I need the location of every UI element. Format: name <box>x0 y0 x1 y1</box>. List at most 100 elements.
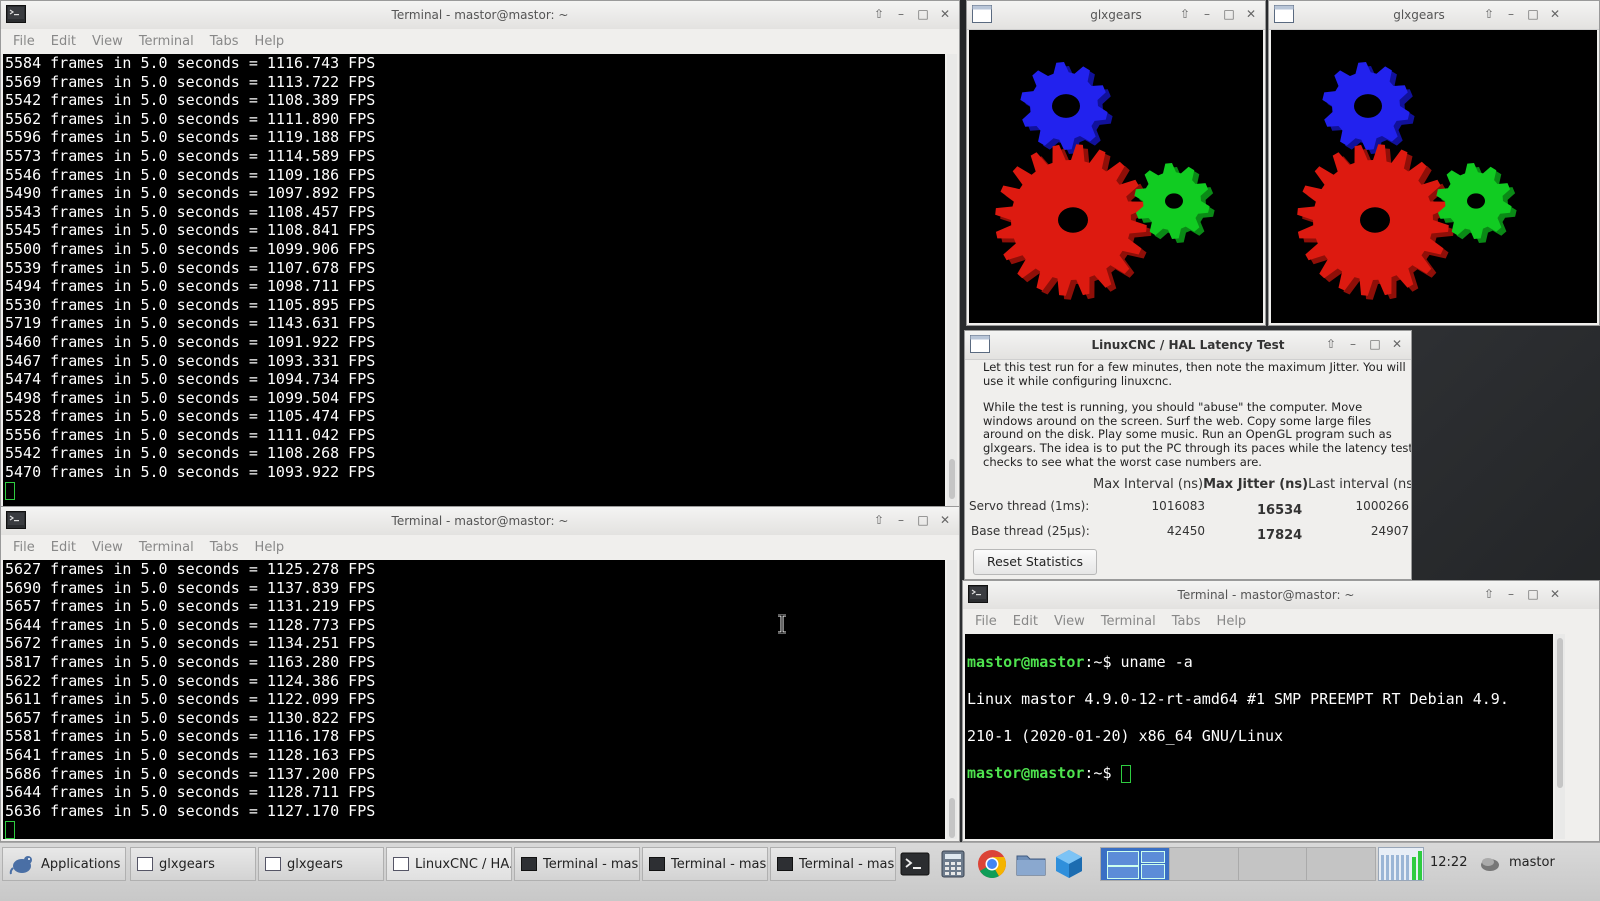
max-jitter-value: 17824 <box>1257 528 1303 543</box>
blue-gear-shape <box>1322 62 1415 154</box>
menu-tabs[interactable]: Tabs <box>202 34 247 49</box>
close-icon[interactable]: ✕ <box>1547 586 1563 602</box>
scrollbar[interactable] <box>1555 634 1565 839</box>
menu-view[interactable]: View <box>84 34 131 49</box>
terminal-output[interactable]: 5627 frames in 5.0 seconds = 1125.278 FP… <box>3 560 945 839</box>
titlebar[interactable]: Terminal - mastor@mastor: ~ ⇧ – □ ✕ <box>1 507 959 536</box>
menu-help[interactable]: Help <box>1209 614 1255 629</box>
clock[interactable]: 12:22 <box>1430 855 1467 870</box>
titlebar[interactable]: LinuxCNC / HAL Latency Test ⇧ – □ ✕ <box>965 331 1411 360</box>
menu-tabs[interactable]: Tabs <box>1164 614 1209 629</box>
shade-icon[interactable]: ⇧ <box>1481 6 1497 22</box>
gears-graphic <box>1297 62 1517 300</box>
terminal-line: 5817 frames in 5.0 seconds = 1163.280 FP… <box>5 652 376 671</box>
menu-edit[interactable]: Edit <box>1005 614 1046 629</box>
command-text: uname -a <box>1120 652 1193 671</box>
workspace-3[interactable] <box>1238 848 1308 880</box>
terminal-line: 5543 frames in 5.0 seconds = 1108.457 FP… <box>5 202 376 221</box>
maximize-icon[interactable]: □ <box>915 6 931 22</box>
task-label: Terminal - mas... <box>543 856 640 872</box>
close-icon[interactable]: ✕ <box>1547 6 1563 22</box>
menu-terminal[interactable]: Terminal <box>131 34 202 49</box>
titlebar[interactable]: Terminal - mastor@mastor: ~ ⇧ – □ ✕ <box>1 1 959 30</box>
scrollbar[interactable] <box>947 560 957 839</box>
minimize-icon[interactable]: – <box>893 512 909 528</box>
minimize-icon[interactable]: – <box>1345 336 1361 352</box>
package-box-icon[interactable] <box>1052 847 1086 881</box>
maximize-icon[interactable]: □ <box>1525 586 1541 602</box>
shade-icon[interactable]: ⇧ <box>1323 336 1339 352</box>
close-icon[interactable]: ✕ <box>1389 336 1405 352</box>
minimize-icon[interactable]: – <box>1503 6 1519 22</box>
workspace-4[interactable] <box>1307 848 1375 880</box>
terminal-line: 5611 frames in 5.0 seconds = 1122.099 FP… <box>5 690 376 709</box>
user-name[interactable]: mastor <box>1509 855 1555 870</box>
menu-view[interactable]: View <box>84 540 131 555</box>
workspace-switcher[interactable] <box>1100 847 1376 881</box>
menu-file[interactable]: File <box>5 34 43 49</box>
row-label: Base thread (25µs): <box>971 524 1090 538</box>
xfce-mouse-icon <box>9 856 32 875</box>
prompt-user: mastor@mastor <box>967 652 1085 671</box>
maximize-icon[interactable]: □ <box>1367 336 1383 352</box>
terminal-line <box>5 482 945 501</box>
scrollbar[interactable] <box>947 54 957 507</box>
close-icon[interactable]: ✕ <box>937 512 953 528</box>
system-load-monitor-icon <box>1378 847 1424 881</box>
taskbar: Applications glxgears glxgears LinuxCNC … <box>0 842 1600 901</box>
terminal-output[interactable]: 5584 frames in 5.0 seconds = 1116.743 FP… <box>3 54 945 507</box>
close-icon[interactable]: ✕ <box>1243 6 1259 22</box>
workspace-2[interactable] <box>1169 848 1239 880</box>
titlebar[interactable]: Terminal - mastor@mastor: ~ ⇧ – □ ✕ <box>963 581 1599 610</box>
menu-help[interactable]: Help <box>247 34 293 49</box>
titlebar[interactable]: glxgears ⇧ – □ ✕ <box>1269 1 1599 30</box>
terminal-window-right[interactable]: Terminal - mastor@mastor: ~ ⇧ – □ ✕ File… <box>962 580 1600 842</box>
gears-canvas <box>1271 30 1597 323</box>
prompt-suffix: :~$ <box>1084 764 1121 783</box>
task-button-terminal-3[interactable]: Terminal - mas... <box>770 847 896 881</box>
menu-tabs[interactable]: Tabs <box>202 540 247 555</box>
task-button-terminal-2[interactable]: Terminal - mas... <box>642 847 768 881</box>
minimize-icon[interactable]: – <box>893 6 909 22</box>
task-button-glxgears-1[interactable]: glxgears <box>130 847 256 881</box>
menu-edit[interactable]: Edit <box>43 34 84 49</box>
menu-help[interactable]: Help <box>247 540 293 555</box>
latency-test-window[interactable]: LinuxCNC / HAL Latency Test ⇧ – □ ✕ Let … <box>964 330 1412 580</box>
shade-icon[interactable]: ⇧ <box>871 512 887 528</box>
terminal-window-bottom[interactable]: Terminal - mastor@mastor: ~ ⇧ – □ ✕ File… <box>0 506 960 842</box>
glxgears-window-1[interactable]: glxgears ⇧ – □ ✕ <box>966 0 1266 326</box>
minimize-icon[interactable]: – <box>1199 6 1215 22</box>
shade-icon[interactable]: ⇧ <box>1481 586 1497 602</box>
menu-edit[interactable]: Edit <box>43 540 84 555</box>
menu-terminal[interactable]: Terminal <box>131 540 202 555</box>
task-button-latency[interactable]: LinuxCNC / HA... <box>386 847 512 881</box>
calculator-launcher-icon[interactable] <box>936 847 970 881</box>
shade-icon[interactable]: ⇧ <box>871 6 887 22</box>
terminal-line: 5528 frames in 5.0 seconds = 1105.474 FP… <box>5 407 376 426</box>
terminal-line: 5467 frames in 5.0 seconds = 1093.331 FP… <box>5 351 376 370</box>
applications-menu-button[interactable]: Applications <box>2 847 126 881</box>
glxgears-window-2[interactable]: glxgears ⇧ – □ ✕ <box>1268 0 1600 326</box>
maximize-icon[interactable]: □ <box>1525 6 1541 22</box>
close-icon[interactable]: ✕ <box>937 6 953 22</box>
workspace-1[interactable] <box>1101 848 1170 880</box>
task-button-terminal-1[interactable]: Terminal - mas... <box>514 847 640 881</box>
max-interval-value: 42450 <box>1166 524 1205 538</box>
terminal-window-top[interactable]: Terminal - mastor@mastor: ~ ⇧ – □ ✕ File… <box>0 0 960 510</box>
reset-statistics-button[interactable]: Reset Statistics <box>973 549 1097 575</box>
menu-terminal[interactable]: Terminal <box>1093 614 1164 629</box>
chrome-browser-icon[interactable] <box>975 847 1009 881</box>
task-button-glxgears-2[interactable]: glxgears <box>258 847 384 881</box>
menu-file[interactable]: File <box>967 614 1005 629</box>
menu-view[interactable]: View <box>1046 614 1093 629</box>
terminal-launcher-icon[interactable] <box>898 847 932 881</box>
shade-icon[interactable]: ⇧ <box>1177 6 1193 22</box>
maximize-icon[interactable]: □ <box>1221 6 1237 22</box>
terminal-output[interactable]: mastor@mastor:~$ uname -a Linux mastor 4… <box>965 634 1553 839</box>
file-manager-icon[interactable] <box>1014 847 1048 881</box>
menu-file[interactable]: File <box>5 540 43 555</box>
titlebar[interactable]: glxgears ⇧ – □ ✕ <box>967 1 1265 30</box>
row-label: Servo thread (1ms): <box>969 499 1090 513</box>
maximize-icon[interactable]: □ <box>915 512 931 528</box>
minimize-icon[interactable]: – <box>1503 586 1519 602</box>
